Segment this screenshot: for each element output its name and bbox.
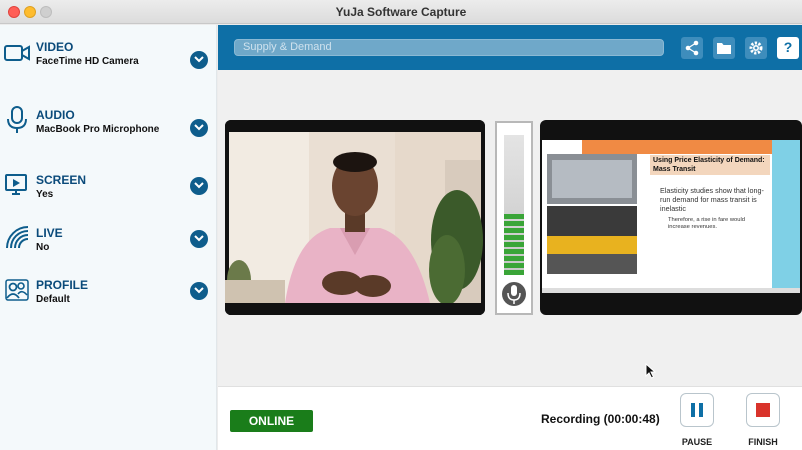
microphone-icon: [4, 106, 30, 133]
microphone-icon: [501, 280, 527, 310]
top-toolbar: Supply & Demand ?: [218, 25, 802, 70]
camera-feed-image: [225, 120, 485, 315]
sidebar-item-value: FaceTime HD Camera: [36, 56, 139, 67]
slide-sub-bullet: Therefore, a rise in fare would increase…: [668, 217, 746, 230]
slide-heading: Using Price Elasticity of Demand: Mass T…: [650, 155, 770, 175]
finish-label: FINISH: [748, 437, 778, 447]
audio-level-segment: [504, 214, 524, 219]
sidebar-item-title: SCREEN: [36, 173, 87, 187]
chevron-down-icon[interactable]: [190, 51, 208, 69]
audio-level-segment: [504, 263, 524, 268]
sidebar-item-audio[interactable]: AUDIO MacBook Pro Microphone: [0, 106, 217, 148]
sidebar-item-screen[interactable]: SCREEN Yes: [0, 173, 217, 213]
audio-level-segment: [504, 249, 524, 254]
camera-preview: [225, 120, 485, 315]
broadcast-icon: [4, 224, 30, 250]
screen-icon: [4, 173, 30, 199]
help-icon[interactable]: ?: [777, 37, 799, 59]
audio-level-segment: [504, 242, 524, 247]
gear-icon[interactable]: [745, 37, 767, 59]
audio-level-segment: [504, 256, 524, 261]
video-camera-icon: [4, 42, 30, 68]
slide-content: Using Price Elasticity of Demand: Mass T…: [542, 140, 800, 293]
help-label: ?: [783, 39, 793, 55]
sidebar-item-title: LIVE: [36, 226, 63, 240]
sidebar-item-title: VIDEO: [36, 40, 74, 54]
chevron-down-icon[interactable]: [190, 119, 208, 137]
status-badge: ONLINE: [230, 410, 313, 432]
pause-button[interactable]: [680, 393, 714, 427]
audio-level-segment: [504, 228, 524, 233]
sidebar-item-title: AUDIO: [36, 108, 75, 122]
pause-icon: [681, 403, 713, 430]
preview-area: Using Price Elasticity of Demand: Mass T…: [218, 70, 802, 386]
chevron-down-icon[interactable]: [190, 282, 208, 300]
mouse-cursor: [645, 363, 657, 379]
audio-level-track: [504, 135, 524, 275]
sidebar: VIDEO FaceTime HD Camera AUDIO MacBook P…: [0, 25, 217, 450]
audio-level-segment: [504, 235, 524, 240]
slide-bullet: Elasticity studies show that long-run de…: [660, 186, 764, 213]
sidebar-item-value: No: [36, 242, 50, 253]
audio-level-segment: [504, 270, 524, 275]
bottom-bar: ONLINE Recording (00:00:48) PAUSE FINISH: [218, 386, 802, 450]
sidebar-item-value: Yes: [36, 189, 54, 200]
sidebar-item-profile[interactable]: PROFILE Default: [0, 278, 217, 318]
sidebar-item-live[interactable]: LIVE No: [0, 226, 217, 266]
folder-icon[interactable]: [713, 37, 735, 59]
screen-preview: Using Price Elasticity of Demand: Mass T…: [540, 120, 802, 315]
sidebar-item-title: PROFILE: [36, 278, 89, 292]
audio-level-segment: [504, 221, 524, 226]
chevron-down-icon[interactable]: [190, 177, 208, 195]
recording-timer: Recording (00:00:48): [541, 412, 660, 426]
sidebar-item-value: Default: [36, 294, 70, 305]
users-icon: [4, 278, 30, 304]
share-icon[interactable]: [681, 37, 703, 59]
search-input[interactable]: Supply & Demand: [234, 39, 664, 56]
title-bar: YuJa Software Capture: [0, 0, 802, 24]
sidebar-item-video[interactable]: VIDEO FaceTime HD Camera: [0, 40, 217, 80]
window-title: YuJa Software Capture: [335, 5, 467, 19]
chevron-down-icon[interactable]: [190, 230, 208, 248]
audio-level-meter: [495, 121, 533, 315]
sidebar-item-value: MacBook Pro Microphone: [36, 124, 160, 135]
finish-button[interactable]: [746, 393, 780, 427]
stop-icon: [747, 403, 779, 430]
pause-label: PAUSE: [681, 437, 713, 447]
